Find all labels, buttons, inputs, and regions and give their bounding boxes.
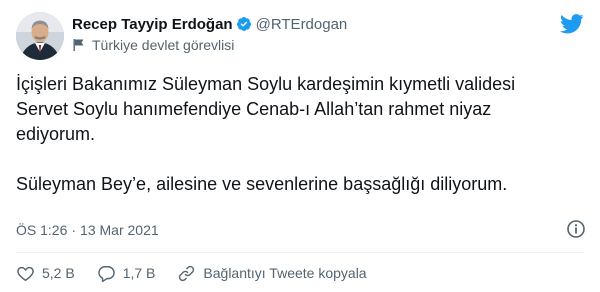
author-name-row: Recep Tayyip Erdoğan @RTErdogan [72, 14, 347, 34]
reply-count: 1,7 B [122, 265, 156, 281]
reply-button[interactable]: 1,7 B [97, 264, 156, 283]
tweet-date: 13 Mar 2021 [80, 222, 159, 238]
tweet-time: ÖS 1:26 [16, 222, 68, 238]
tweet-timestamp[interactable]: ÖS 1:26 · 13 Mar 2021 [16, 221, 159, 239]
author-handle[interactable]: @RTErdogan [256, 16, 348, 33]
twitter-bird-icon[interactable] [560, 14, 584, 34]
tweet-line: ediyorum. [16, 124, 96, 144]
tweet-actions: 5,2 B 1,7 B Bağlantıyı Tweete kopyala [16, 262, 389, 284]
like-count: 5,2 B [42, 265, 75, 281]
like-button[interactable]: 5,2 B [16, 264, 75, 283]
copy-link-button[interactable]: Bağlantıyı Tweete kopyala [177, 264, 367, 283]
government-label-text: Türkiye devlet görevlisi [92, 37, 235, 53]
author-display-name[interactable]: Recep Tayyip Erdoğan [72, 16, 233, 33]
info-icon[interactable] [566, 219, 586, 239]
verified-badge-icon [236, 16, 252, 32]
flag-icon [72, 38, 86, 52]
link-icon [179, 265, 195, 281]
tweet-line: Süleyman Bey’e, ailesine ve sevenlerine … [16, 174, 508, 194]
reply-icon [97, 265, 115, 282]
tweet-card: Recep Tayyip Erdoğan @RTErdogan Türkiye … [0, 0, 600, 292]
meta-separator: · [71, 222, 77, 238]
divider [16, 252, 584, 253]
copy-link-label: Bağlantıyı Tweete kopyala [203, 265, 367, 281]
tweet-line: İçişleri Bakanımız Süleyman Soylu kardeş… [16, 74, 516, 94]
tweet-line: Servet Soylu hanımefendiye Cenab-ı Allah… [16, 99, 492, 119]
heart-icon [17, 266, 34, 281]
government-label[interactable]: Türkiye devlet görevlisi [72, 36, 234, 54]
avatar[interactable] [16, 12, 64, 60]
tweet-text: İçişleri Bakanımız Süleyman Soylu kardeş… [16, 72, 586, 197]
